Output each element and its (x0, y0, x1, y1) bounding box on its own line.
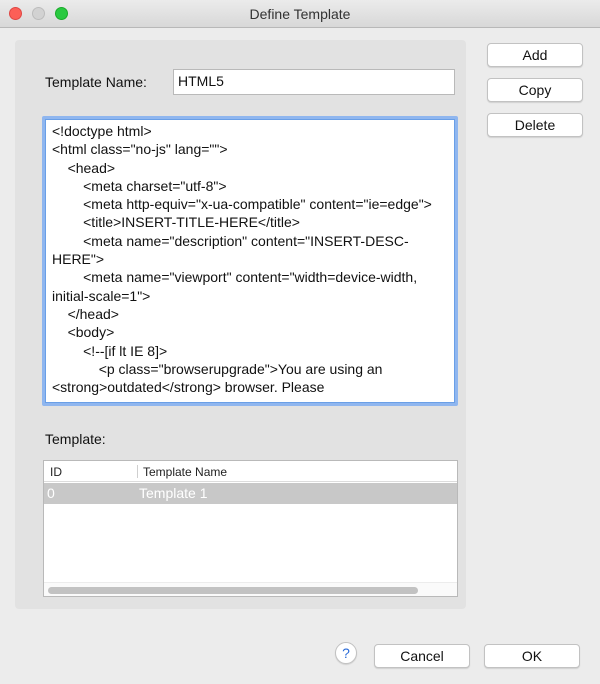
template-name-input[interactable]: HTML5 (173, 69, 455, 95)
cancel-button[interactable]: Cancel (374, 644, 470, 668)
ok-button[interactable]: OK (484, 644, 580, 668)
horizontal-scrollbar[interactable] (44, 582, 457, 596)
scrollbar-thumb[interactable] (48, 587, 418, 594)
row-template-name: Template 1 (139, 485, 208, 501)
title-bar: Define Template (0, 0, 600, 28)
template-code-editor[interactable]: <!doctype html> <html class="no-js" lang… (42, 116, 458, 406)
template-list-label: Template: (45, 431, 106, 447)
help-icon[interactable]: ? (335, 642, 357, 664)
column-divider (137, 465, 138, 478)
table-row[interactable]: 0 Template 1 (44, 483, 457, 504)
copy-button[interactable]: Copy (487, 78, 583, 102)
template-table[interactable]: ID Template Name 0 Template 1 (43, 460, 458, 597)
delete-button[interactable]: Delete (487, 113, 583, 137)
column-header-id[interactable]: ID (50, 465, 62, 479)
template-code-text: <!doctype html> <html class="no-js" lang… (52, 123, 432, 396)
table-header: ID Template Name (44, 461, 457, 482)
column-header-template-name[interactable]: Template Name (143, 465, 227, 479)
template-name-label: Template Name: (45, 74, 147, 90)
window-title: Define Template (249, 6, 351, 22)
row-id: 0 (47, 485, 55, 501)
add-button[interactable]: Add (487, 43, 583, 67)
